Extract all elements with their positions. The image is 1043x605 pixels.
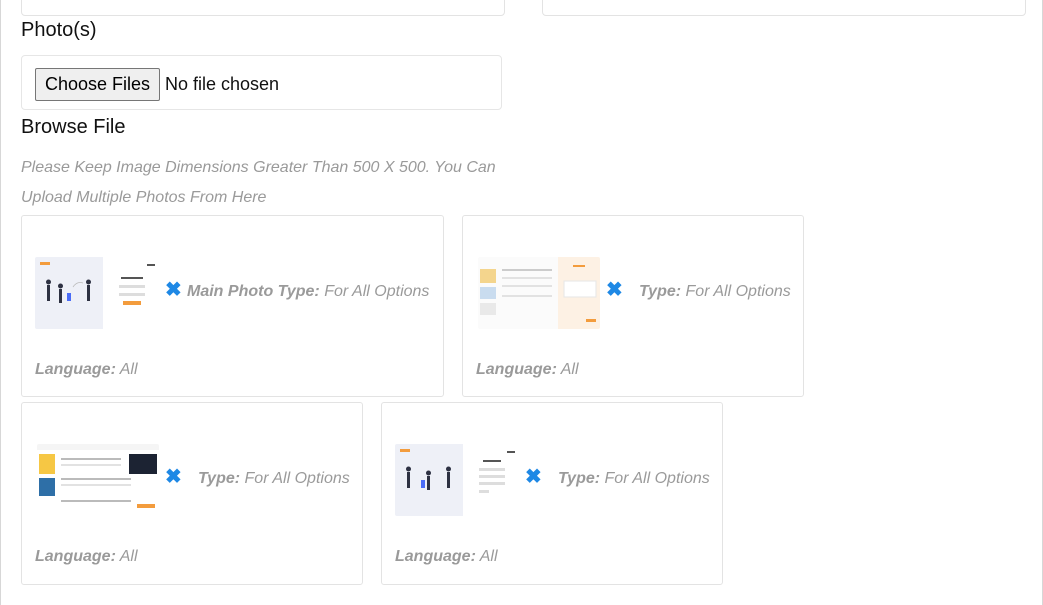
- type-label: Type:: [277, 283, 320, 300]
- remove-photo-button[interactable]: ✖: [165, 467, 182, 487]
- remove-photo-button[interactable]: ✖: [606, 280, 623, 300]
- photo-language: Language: All: [395, 548, 498, 566]
- type-value: For All Options: [324, 283, 430, 300]
- type-value: For All Options: [685, 283, 791, 300]
- photo-card: ✖ Type: For All Options Language: All: [462, 215, 804, 397]
- type-label: Type:: [639, 283, 682, 300]
- language-value: All: [479, 548, 498, 565]
- photo-type: Type: For All Options: [198, 470, 350, 488]
- main-photo-label: Main Photo: [187, 283, 274, 300]
- choose-files-button[interactable]: Choose Files: [35, 68, 161, 101]
- remove-photo-button[interactable]: ✖: [525, 467, 542, 487]
- remove-photo-button[interactable]: ✖: [165, 280, 182, 300]
- photo-thumbnail-dashboard: [37, 444, 159, 516]
- photo-language: Language: All: [35, 361, 138, 379]
- photo-language: Language: All: [35, 548, 138, 566]
- photo-type: Type: For All Options: [639, 283, 791, 301]
- previous-input-right[interactable]: [542, 0, 1026, 16]
- language-label: Language:: [395, 548, 476, 565]
- photo-card: ✖ Type: For All Options Language: All: [21, 402, 363, 585]
- type-label: Type:: [198, 470, 241, 487]
- browse-file-label: Browse File: [21, 116, 126, 138]
- photos-label: Photo(s): [21, 19, 97, 41]
- photo-type: Main Photo Type: For All Options: [187, 283, 429, 301]
- previous-input-left[interactable]: [21, 0, 505, 16]
- type-value: For All Options: [604, 470, 710, 487]
- photo-thumbnail-register: [395, 444, 517, 516]
- photo-language: Language: All: [476, 361, 579, 379]
- language-value: All: [119, 548, 138, 565]
- type-value: For All Options: [244, 470, 350, 487]
- language-label: Language:: [35, 548, 116, 565]
- no-file-status: No file chosen: [165, 74, 280, 94]
- language-label: Language:: [35, 361, 116, 378]
- type-label: Type:: [558, 470, 601, 487]
- photo-thumbnail-sign-in: [35, 257, 157, 329]
- photo-card: ✖ Main Photo Type: For All Options Langu…: [21, 215, 444, 397]
- language-label: Language:: [476, 361, 557, 378]
- photo-thumbnail-checkout: [478, 257, 600, 329]
- photo-card: ✖ Type: For All Options Language: All: [381, 402, 723, 585]
- file-upload-field: Choose Files No file chosen: [21, 55, 502, 110]
- photo-type: Type: For All Options: [558, 470, 710, 488]
- language-value: All: [560, 361, 579, 378]
- upload-hint: Please Keep Image Dimensions Greater Tha…: [21, 159, 496, 206]
- language-value: All: [119, 361, 138, 378]
